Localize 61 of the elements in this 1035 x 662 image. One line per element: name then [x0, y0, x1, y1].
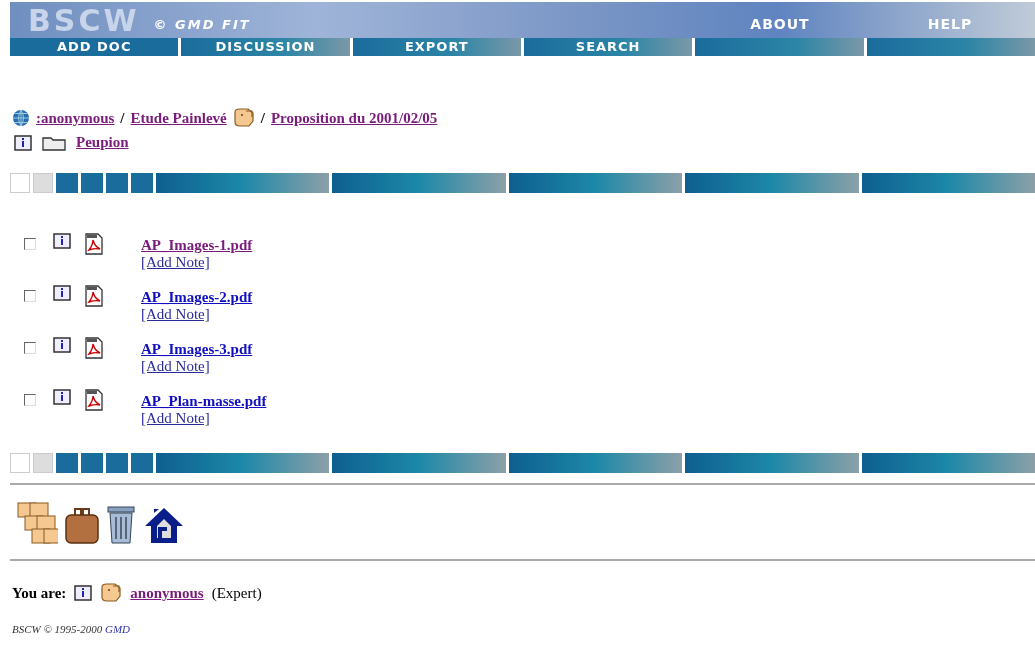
user-role: (Expert) [211, 584, 262, 602]
info-icon[interactable] [74, 585, 93, 601]
toolbar-button[interactable] [861, 173, 1035, 193]
toolbar-button[interactable] [685, 173, 859, 193]
add-note-link[interactable]: [Add Note] [141, 410, 267, 427]
select-all-button[interactable] [10, 173, 30, 193]
gmd-link[interactable]: GMD [105, 623, 131, 635]
pdf-file-icon [85, 337, 103, 359]
toolbar-button[interactable] [508, 173, 683, 193]
file-checkbox[interactable] [24, 290, 36, 302]
folder-link[interactable]: Peupion [76, 134, 129, 151]
file-checkbox[interactable] [24, 238, 36, 250]
info-icon[interactable] [53, 233, 71, 249]
toolbar-button[interactable] [332, 173, 506, 193]
file-checkbox[interactable] [24, 394, 36, 406]
nav-button[interactable] [695, 38, 864, 56]
logo: BSCW [28, 6, 140, 36]
copyright-text: BSCW © 1995-2000 [12, 623, 103, 635]
globe-icon [12, 109, 30, 127]
user-link[interactable]: anonymous [130, 584, 204, 602]
file-link[interactable]: AP_Images-2.pdf [141, 289, 253, 306]
toolbar-button[interactable] [861, 453, 1035, 473]
add-note-link[interactable]: [Add Note] [141, 306, 253, 323]
nav-button[interactable]: SEARCH [524, 38, 693, 56]
select-all-button[interactable] [10, 453, 30, 473]
header-link[interactable]: ABOUT [695, 16, 865, 32]
add-note-link[interactable]: [Add Note] [141, 254, 253, 271]
nav-button[interactable]: EXPORT [352, 38, 521, 56]
shared-folder-icon [232, 108, 255, 128]
toolbar-button[interactable] [156, 173, 330, 193]
user-icon [100, 583, 123, 603]
copyright-text: © GMD FIT [153, 17, 251, 32]
breadcrumb-link[interactable]: Etude Painlevé [130, 109, 227, 127]
folder-icon [42, 134, 66, 151]
trash-icon[interactable] [106, 503, 136, 545]
path-separator: / [120, 109, 125, 127]
people-icon[interactable] [16, 501, 58, 545]
info-icon[interactable] [53, 337, 71, 353]
breadcrumb-link[interactable]: :anonymous [36, 109, 115, 127]
info-icon[interactable] [14, 134, 32, 151]
pdf-file-icon [85, 233, 103, 255]
toolbar-button[interactable] [685, 453, 859, 473]
file-checkbox[interactable] [24, 342, 36, 354]
toolbar-button[interactable] [508, 453, 683, 473]
pdf-file-icon [85, 389, 103, 411]
file-link[interactable]: AP_Plan-masse.pdf [141, 393, 267, 410]
toolbar-button[interactable] [156, 453, 330, 473]
info-icon[interactable] [53, 389, 71, 405]
nav-button[interactable]: ADD DOC [10, 38, 179, 56]
info-icon[interactable] [53, 285, 71, 301]
file-link[interactable]: AP_Images-1.pdf [141, 237, 253, 254]
toolbar-button[interactable] [332, 453, 506, 473]
add-note-link[interactable]: [Add Note] [141, 358, 253, 375]
breadcrumb-link[interactable]: Proposition du 2001/02/05 [270, 109, 438, 127]
pdf-file-icon [85, 285, 103, 307]
nav-button[interactable]: DISCUSSION [181, 38, 350, 56]
path-separator: / [260, 109, 265, 127]
file-link[interactable]: AP_Images-3.pdf [141, 341, 253, 358]
nav-button[interactable] [866, 38, 1035, 56]
you-are-label: You are: [12, 584, 67, 602]
briefcase-icon[interactable] [64, 505, 100, 545]
